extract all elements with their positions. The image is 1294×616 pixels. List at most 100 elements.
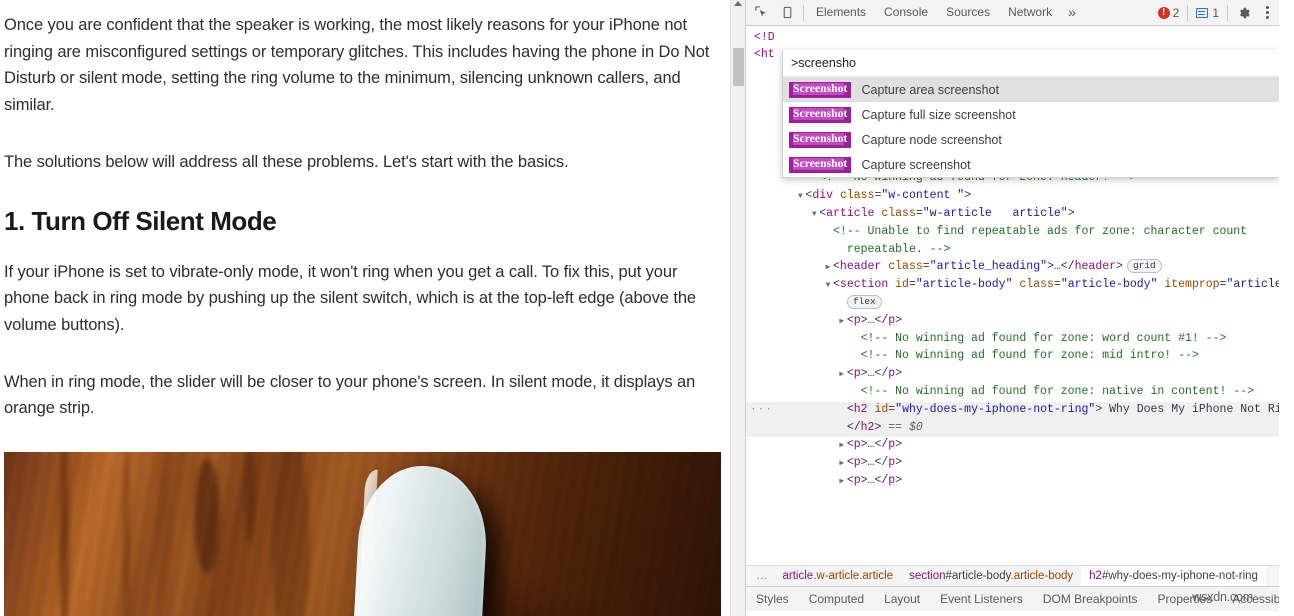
breadcrumb-tag: h2: [1089, 570, 1102, 582]
dom-token: >: [861, 474, 868, 487]
error-icon: !: [1158, 7, 1170, 19]
dom-line[interactable]: ▼<section id="article-body" class="artic…: [746, 277, 1279, 295]
dom-line[interactable]: <!-- No winning ad found for zone: word …: [746, 331, 1279, 349]
toolbar-divider: [1227, 5, 1228, 21]
dom-line[interactable]: ▼<div class="w-content ">: [746, 188, 1279, 206]
command-palette-item[interactable]: ScreenshotCapture screenshot: [783, 152, 1279, 177]
dom-token: [754, 438, 837, 451]
toolbar-divider: [1187, 5, 1188, 21]
dom-line[interactable]: ▶<p>…</p>: [746, 473, 1279, 491]
message-count: 1: [1212, 6, 1219, 20]
sidebar-tab-event-listeners[interactable]: Event Listeners: [930, 587, 1033, 611]
dom-token: [754, 260, 823, 273]
dom-token: …</: [868, 314, 889, 327]
dom-line[interactable]: ▶<p>…</p>: [746, 437, 1279, 455]
breadcrumb-classes: .article-body: [1011, 570, 1074, 582]
dom-token: >: [895, 314, 902, 327]
command-palette-item-label: Capture area screenshot: [861, 83, 999, 97]
dom-token: <: [833, 260, 840, 273]
dom-line[interactable]: </h2> == $0: [746, 420, 1279, 438]
dom-token: >: [1068, 207, 1075, 220]
expand-triangle-right-icon[interactable]: ▶: [837, 314, 847, 331]
dom-line[interactable]: flex: [746, 295, 1279, 313]
dom-token: <!-- No winning ad found for zone: mid i…: [861, 349, 1199, 362]
tab-network[interactable]: Network: [999, 0, 1061, 25]
command-palette-item[interactable]: ScreenshotCapture node screenshot: [783, 127, 1279, 152]
dom-line[interactable]: repeatable. -->: [746, 242, 1279, 260]
scroll-up-arrow-icon[interactable]: [734, 1, 742, 6]
tab-elements[interactable]: Elements: [807, 0, 875, 25]
breadcrumb-item[interactable]: article.w-article.article: [775, 566, 902, 586]
article-paragraph-4: When in ring mode, the slider will be cl…: [4, 369, 718, 422]
more-tabs-chevron-icon[interactable]: »: [1061, 0, 1083, 25]
tree-indent: [837, 421, 847, 438]
inspect-element-icon[interactable]: [748, 1, 774, 25]
tab-console[interactable]: Console: [875, 0, 937, 25]
flex-badge[interactable]: flex: [847, 295, 882, 309]
expand-triangle-right-icon[interactable]: ▶: [837, 367, 847, 384]
dom-token: >: [1116, 260, 1123, 273]
dom-token: "w-article article": [923, 207, 1068, 220]
sidebar-tab-dom-breakpoints[interactable]: DOM Breakpoints: [1033, 587, 1148, 611]
dom-token: [754, 367, 837, 380]
command-palette-item[interactable]: ScreenshotCapture full size screenshot: [783, 102, 1279, 127]
tree-indent: [851, 332, 861, 349]
command-palette[interactable]: >screensho ScreenshotCapture area screen…: [782, 50, 1279, 178]
device-toolbar-icon[interactable]: [774, 1, 800, 25]
dom-token: [754, 243, 837, 256]
breadcrumb[interactable]: …article.w-article.articlesection#articl…: [746, 565, 1279, 586]
breadcrumb-item[interactable]: h2#why-does-my-iphone-not-ring: [1081, 566, 1266, 586]
error-counter[interactable]: ! 2: [1153, 6, 1185, 20]
expand-triangle-right-icon[interactable]: ▶: [837, 456, 847, 473]
sidebar-tab-layout[interactable]: Layout: [874, 587, 930, 611]
breadcrumb-item[interactable]: section#article-body.article-body: [901, 566, 1081, 586]
sidebar-tab-computed[interactable]: Computed: [799, 587, 874, 611]
dom-tree[interactable]: <!D<ht <!-- End Google Tag Manager (nosc…: [746, 26, 1279, 565]
dom-token: >: [895, 456, 902, 469]
dom-token: p: [854, 314, 861, 327]
dom-token: >: [861, 438, 868, 451]
dom-line[interactable]: ▶<p>…</p>: [746, 455, 1279, 473]
dom-line[interactable]: <!D: [746, 30, 1279, 47]
dom-line[interactable]: <!-- No winning ad found for zone: nativ…: [746, 384, 1279, 402]
message-counter[interactable]: 1: [1191, 6, 1224, 20]
expand-triangle-down-icon[interactable]: ▼: [823, 278, 833, 295]
dom-line[interactable]: ▶<p>…</p>: [746, 366, 1279, 384]
web-page-pane: Once you are confident that the speaker …: [0, 0, 745, 616]
expand-triangle-down-icon[interactable]: ▼: [809, 207, 819, 224]
dom-token: [754, 349, 851, 362]
tab-sources[interactable]: Sources: [937, 0, 999, 25]
dom-line[interactable]: ▼<article class="w-article article">: [746, 206, 1279, 224]
expand-triangle-right-icon[interactable]: ▶: [837, 474, 847, 491]
dom-token: header: [1075, 260, 1116, 273]
sidebar-tab-bar: StylesComputedLayoutEvent ListenersDOM B…: [746, 586, 1279, 611]
dom-line[interactable]: ▶<header class="article_heading">…</head…: [746, 259, 1279, 277]
command-palette-item[interactable]: ScreenshotCapture area screenshot: [783, 77, 1279, 102]
breadcrumb-tag: article: [783, 570, 814, 582]
dom-token: "w-content ": [881, 189, 964, 202]
command-palette-input[interactable]: >screensho: [783, 50, 1279, 77]
expand-triangle-right-icon[interactable]: ▶: [823, 260, 833, 277]
expand-triangle-down-icon[interactable]: ▼: [795, 189, 805, 206]
expand-triangle-right-icon[interactable]: ▶: [837, 438, 847, 455]
dom-token: <: [847, 456, 854, 469]
dom-line[interactable]: ▶<p>…</p>: [746, 313, 1279, 331]
dom-line[interactable]: ··· <h2 id="why-does-my-iphone-not-ring"…: [746, 402, 1279, 420]
dom-token: [754, 385, 851, 398]
dom-token: [754, 332, 851, 345]
dom-line[interactable]: <!-- No winning ad found for zone: mid i…: [746, 348, 1279, 366]
sidebar-tab-styles[interactable]: Styles: [746, 587, 799, 611]
dom-token: header: [840, 260, 881, 273]
gear-icon[interactable]: [1231, 1, 1257, 25]
breadcrumb-ellipsis[interactable]: …: [750, 570, 775, 582]
dom-token: =: [923, 260, 930, 273]
kebab-menu-icon[interactable]: [1257, 1, 1277, 25]
article-paragraph-3: If your iPhone is set to vibrate-only mo…: [4, 259, 718, 339]
dom-line[interactable]: <!-- Unable to find repeatable ads for z…: [746, 224, 1279, 242]
breadcrumb-classes: .w-article.article: [813, 570, 893, 582]
page-scrollbar[interactable]: [730, 0, 745, 616]
dom-token: <: [847, 474, 854, 487]
dom-token: "article-body": [1061, 278, 1158, 291]
grid-badge[interactable]: grid: [1127, 259, 1162, 273]
scrollbar-thumb[interactable]: [733, 48, 744, 86]
